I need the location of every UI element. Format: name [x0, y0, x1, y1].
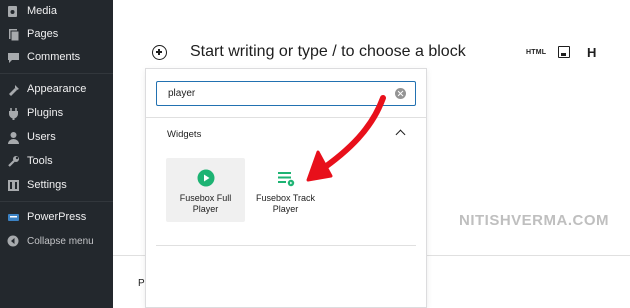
sidebar-item-comments[interactable]: Comments: [0, 46, 113, 68]
add-block-icon[interactable]: [152, 45, 167, 60]
sidebar-item-label: PowerPress: [27, 211, 87, 223]
track-list-icon: [277, 169, 295, 187]
sidebar-item-users[interactable]: Users: [0, 126, 113, 148]
divider: [156, 245, 416, 246]
html-block-button[interactable]: HTML: [526, 49, 546, 56]
image-icon[interactable]: [558, 46, 570, 58]
sidebar-separator: [0, 73, 113, 74]
block-placeholder[interactable]: Start writing or type / to choose a bloc…: [190, 43, 466, 61]
sidebar-item-label: Plugins: [27, 107, 64, 119]
appearance-icon: [6, 82, 20, 96]
sidebar-item-label: Tools: [27, 155, 53, 167]
block-label: Fusebox Full Player: [179, 193, 232, 214]
sidebar-item-pages[interactable]: Pages: [0, 23, 113, 45]
heading-button[interactable]: H: [587, 45, 596, 60]
media-icon: [6, 4, 20, 18]
sidebar-separator: [0, 201, 113, 202]
watermark: NITISHVERMA.COM: [459, 212, 609, 229]
sidebar-item-label: Comments: [27, 51, 81, 63]
paragraph-label: P: [138, 278, 145, 289]
clear-search-icon[interactable]: [395, 88, 406, 99]
sidebar-item-powerpress[interactable]: PowerPress: [0, 206, 113, 228]
pages-icon: [6, 27, 20, 41]
block-fusebox-track-player[interactable]: Fusebox Track Player: [246, 158, 325, 222]
sidebar-item-label: Pages: [27, 28, 59, 40]
divider: [146, 117, 426, 118]
tools-icon: [6, 154, 20, 168]
sidebar-item-label: Settings: [27, 179, 67, 191]
block-label: Fusebox Track Player: [255, 193, 316, 214]
collapse-icon: [6, 234, 20, 248]
sidebar-item-tools[interactable]: Tools: [0, 150, 113, 172]
sidebar-item-label: Users: [27, 131, 56, 143]
collapse-menu-button[interactable]: Collapse menu: [0, 230, 113, 252]
block-inserter-popover: Widgets Fusebox Full Player Fusebox Trac…: [145, 68, 427, 308]
sidebar-item-plugins[interactable]: Plugins: [0, 102, 113, 124]
settings-icon: [6, 178, 20, 192]
chevron-up-icon[interactable]: [395, 129, 406, 140]
users-icon: [6, 130, 20, 144]
sidebar-item-appearance[interactable]: Appearance: [0, 78, 113, 100]
sidebar-item-label: Collapse menu: [27, 235, 94, 247]
comments-icon: [6, 50, 20, 64]
sidebar-item-label: Media: [27, 5, 57, 17]
plugins-icon: [6, 106, 20, 120]
section-title-widgets: Widgets: [167, 129, 202, 140]
admin-sidebar: Media Pages Comments Appearance Plugins …: [0, 0, 113, 308]
powerpress-icon: [6, 210, 20, 224]
block-fusebox-full-player[interactable]: Fusebox Full Player: [166, 158, 245, 222]
sidebar-item-settings[interactable]: Settings: [0, 174, 113, 196]
sidebar-item-media[interactable]: Media: [0, 0, 113, 22]
sidebar-item-label: Appearance: [27, 83, 87, 95]
block-search-input[interactable]: [157, 88, 395, 99]
block-search-field[interactable]: [156, 81, 416, 106]
play-circle-icon: [197, 169, 215, 187]
